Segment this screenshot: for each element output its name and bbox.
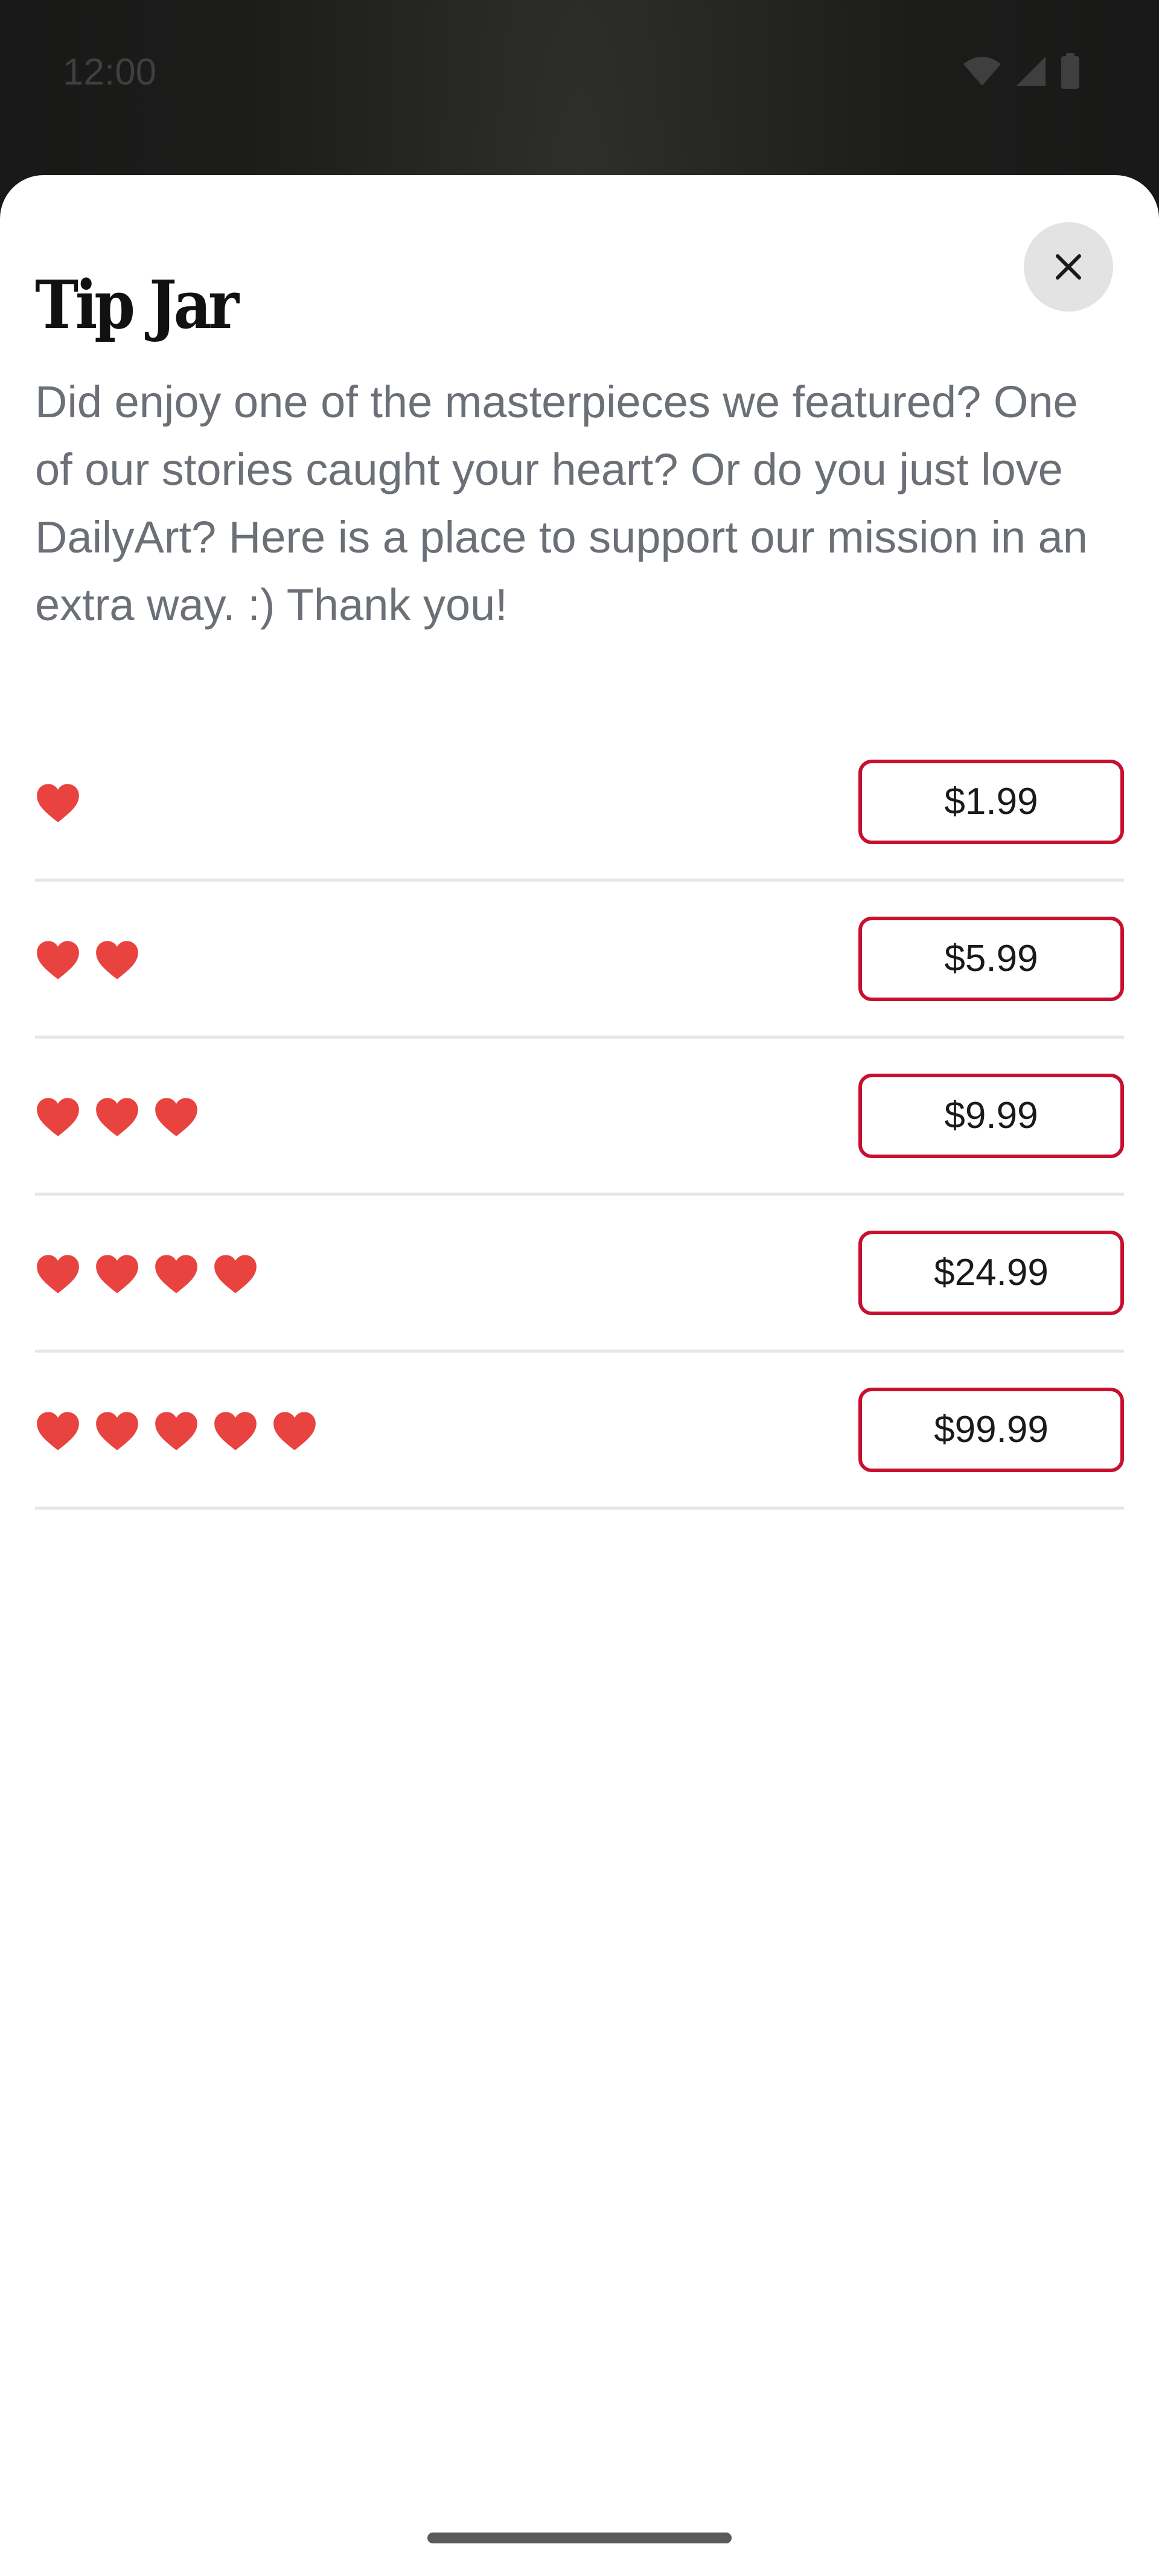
hearts-rating [35, 1408, 318, 1452]
heart-icon [96, 1411, 138, 1450]
heart-icon [37, 1254, 79, 1293]
hearts-rating [35, 1251, 258, 1295]
heart-icon [96, 1097, 138, 1136]
tip-price-button[interactable]: $5.99 [858, 916, 1124, 1001]
tip-price-button[interactable]: $1.99 [858, 759, 1124, 844]
tip-jar-description: Did enjoy one of the masterpieces we fea… [35, 377, 1088, 630]
page-title: Tip Jar [35, 266, 239, 344]
heart-icon [37, 1411, 79, 1450]
status-icons [962, 53, 1081, 89]
status-bar: 12:00 [0, 0, 1159, 145]
hearts-rating [35, 780, 81, 824]
tip-price-button[interactable]: $24.99 [858, 1230, 1124, 1315]
close-icon [1056, 254, 1081, 280]
heart-icon [155, 1411, 197, 1450]
heart-icon [37, 783, 79, 822]
tip-jar-sheet: Tip Jar Did enjoy one of the masterpiece… [0, 175, 1159, 2576]
heart-icon [214, 1411, 257, 1450]
home-indicator[interactable] [427, 2533, 732, 2543]
tip-price-button[interactable]: $99.99 [858, 1387, 1124, 1472]
heart-icon [155, 1097, 197, 1136]
heart-icon [37, 1097, 79, 1136]
tip-row: $5.99 [35, 882, 1124, 1039]
hearts-rating [35, 937, 140, 981]
tip-list: $1.99 $5.99 $9.99 $24.99 $99.99 [35, 725, 1124, 1510]
heart-icon [214, 1254, 257, 1293]
heart-icon [155, 1254, 197, 1293]
heart-icon [37, 940, 79, 979]
wifi-icon [963, 57, 1001, 86]
tip-price-button[interactable]: $9.99 [858, 1073, 1124, 1158]
tip-row: $99.99 [35, 1353, 1124, 1510]
tip-row: $24.99 [35, 1196, 1124, 1353]
heart-icon [273, 1411, 316, 1450]
tip-row: $1.99 [35, 725, 1124, 882]
cellular-signal-icon [1017, 57, 1046, 86]
hearts-rating [35, 1094, 199, 1138]
close-button[interactable] [1024, 222, 1113, 312]
status-time: 12:00 [63, 51, 157, 93]
heart-icon [96, 1254, 138, 1293]
tip-row: $9.99 [35, 1039, 1124, 1196]
battery-icon [1061, 53, 1079, 89]
heart-icon [96, 940, 138, 979]
